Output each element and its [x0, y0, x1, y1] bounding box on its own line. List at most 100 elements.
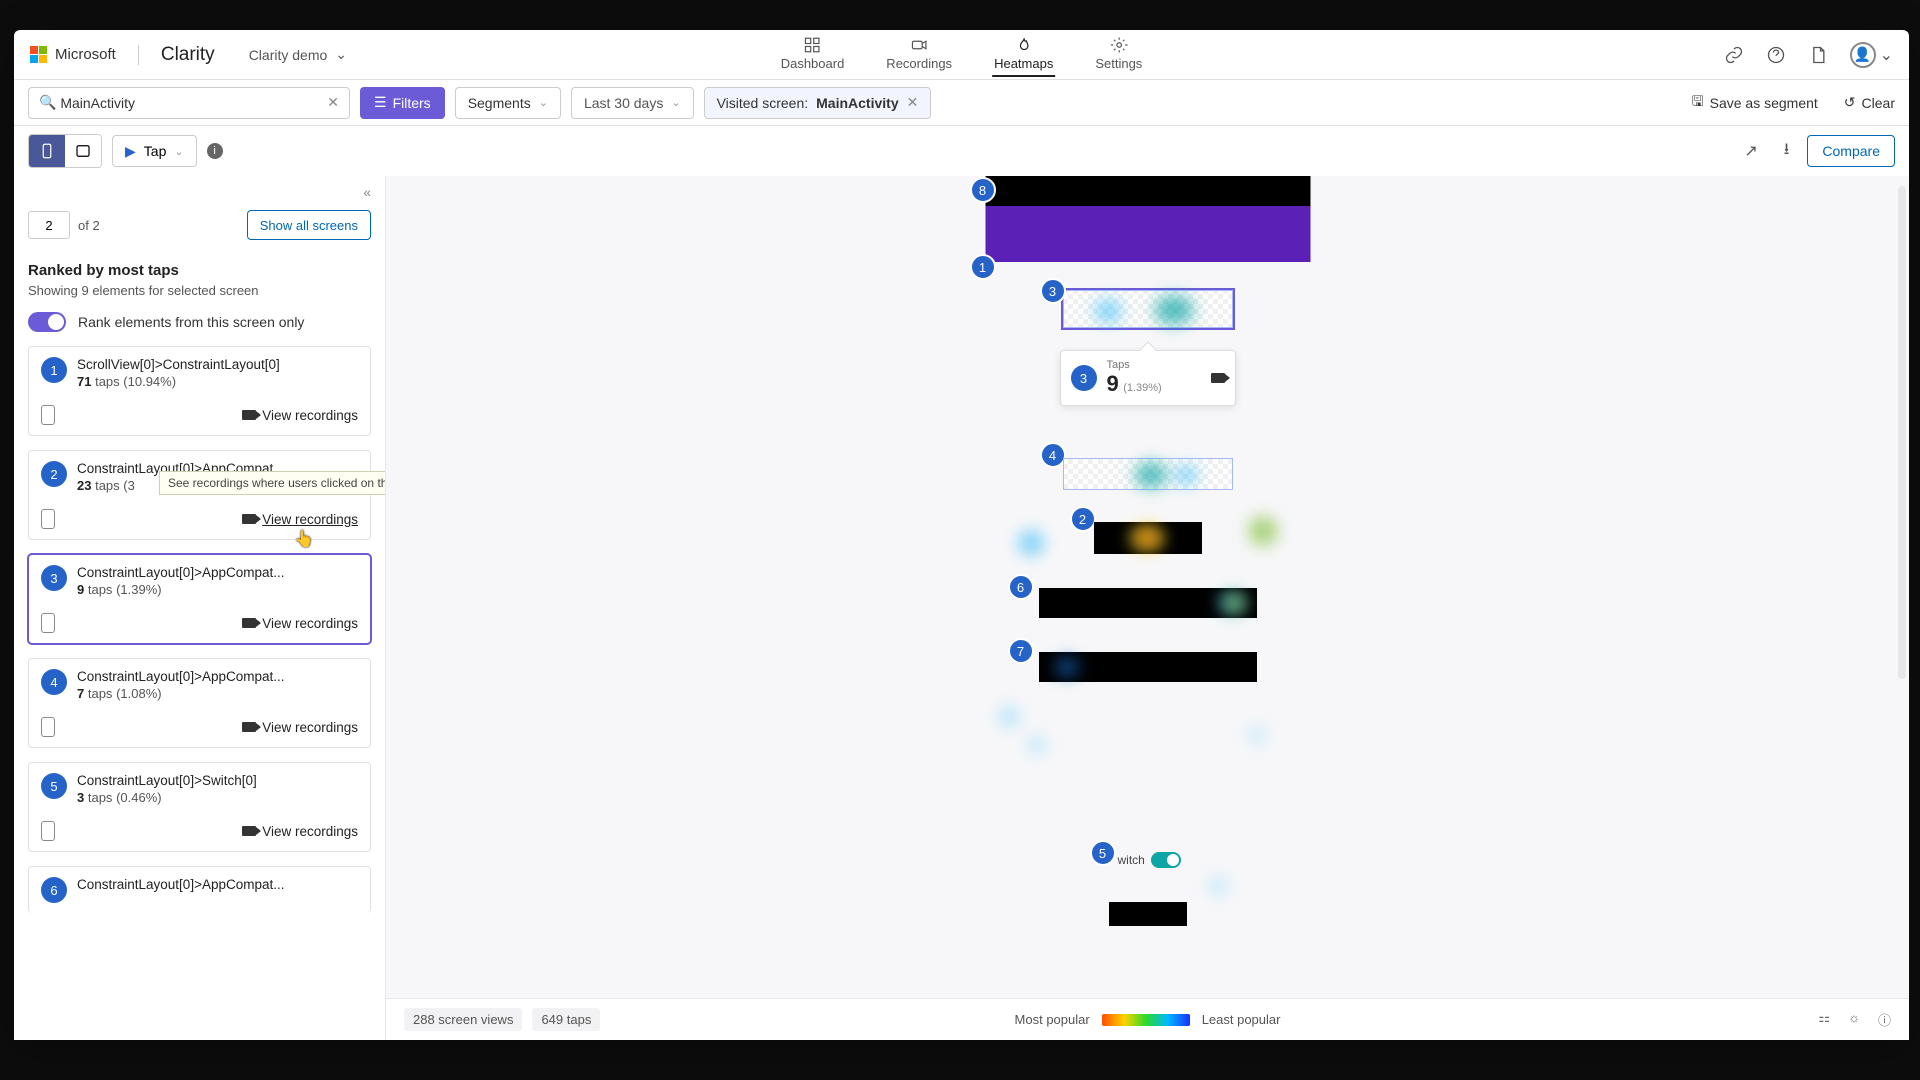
camera-icon[interactable]: [1211, 373, 1225, 383]
rank-card-4[interactable]: 4 ConstraintLayout[0]>AppCompat... 7 tap…: [28, 658, 371, 748]
chevron-down-icon: ⌄: [335, 46, 347, 63]
save-segment-button[interactable]: 🖫 Save as segment: [1692, 91, 1818, 115]
tap-tooltip: 3 Taps 9 (1.39%): [1060, 350, 1236, 406]
hotspot-marker-6[interactable]: 6: [1008, 574, 1034, 600]
chevron-down-icon: ⌄: [671, 96, 680, 109]
document-icon[interactable]: [1808, 45, 1828, 65]
legend-gradient: [1102, 1014, 1190, 1026]
hotspot-marker-2[interactable]: 2: [1070, 506, 1096, 532]
device-icon: [41, 821, 55, 841]
segments-dropdown[interactable]: Segments ⌄: [455, 87, 561, 119]
main-area: « of 2 Show all screens Ranked by most t…: [14, 176, 1909, 1040]
screen-element[interactable]: [1063, 290, 1233, 328]
chevron-down-icon: ⌄: [539, 96, 548, 109]
heat-legend: Most popular Least popular: [1015, 1012, 1281, 1027]
camera-icon: [242, 410, 256, 420]
app-header: Microsoft Clarity Clarity demo ⌄ Dashboa…: [14, 30, 1909, 80]
grid-icon[interactable]: ⚏: [1818, 1010, 1830, 1029]
rank-card-2[interactable]: 2 ConstraintLayout[0]>AppCompat... 23 ta…: [28, 450, 371, 540]
play-icon: ▶: [125, 143, 136, 160]
header-divider: [138, 45, 139, 65]
tablet-toggle[interactable]: [65, 135, 101, 167]
filters-button[interactable]: ☰ Filters: [360, 87, 445, 119]
project-dropdown[interactable]: Clarity demo ⌄: [249, 46, 347, 63]
info-icon[interactable]: ⓘ: [1878, 1010, 1891, 1029]
screen-element[interactable]: [1063, 458, 1233, 490]
user-menu[interactable]: 👤 ⌄: [1850, 42, 1893, 68]
toggle-label: Rank elements from this screen only: [78, 314, 304, 330]
nav-dashboard[interactable]: Dashboard: [779, 32, 847, 77]
hotspot-marker-7[interactable]: 7: [1008, 638, 1034, 664]
view-recordings-link[interactable]: View recordings: [242, 616, 358, 631]
heat-blob: [1248, 726, 1266, 744]
cursor-icon: 👆: [294, 529, 314, 549]
rank-badge: 3: [41, 565, 67, 591]
nav-recordings[interactable]: Recordings: [884, 32, 954, 77]
tablet-icon: [74, 142, 92, 160]
hotspot-marker-3[interactable]: 3: [1040, 278, 1066, 304]
download-icon[interactable]: ⭳: [1784, 138, 1790, 165]
screen-block: [985, 206, 1310, 262]
view-recordings-link[interactable]: View recordings: [242, 512, 358, 527]
project-name: Clarity demo: [249, 47, 328, 63]
compare-button[interactable]: Compare: [1807, 135, 1895, 167]
collapse-sidebar-icon[interactable]: «: [363, 184, 371, 200]
flame-icon: [1015, 36, 1033, 54]
filter-bar: 🔍 MainActivity ✕ ☰ Filters Segments ⌄ La…: [14, 80, 1909, 126]
camera-icon: [242, 514, 256, 524]
view-recordings-link[interactable]: View recordings: [242, 720, 358, 735]
nav-settings[interactable]: Settings: [1093, 32, 1144, 77]
camera-icon: [242, 826, 256, 836]
device-icon: [41, 405, 55, 425]
help-icon[interactable]: [1766, 45, 1786, 65]
screen-block: [1039, 588, 1257, 618]
hotspot-marker-1[interactable]: 1: [970, 254, 996, 280]
rank-card-5[interactable]: 5 ConstraintLayout[0]>Switch[0] 3 taps (…: [28, 762, 371, 852]
heatmap-canvas[interactable]: 8 1 3 3 Taps 9 (1.39%) 4: [386, 176, 1909, 998]
camera-icon: [242, 722, 256, 732]
screen-only-toggle[interactable]: [28, 312, 66, 332]
remove-filter-icon[interactable]: ✕: [907, 94, 919, 111]
screen-block: [1039, 652, 1257, 682]
rank-card-1[interactable]: 1 ScrollView[0]>ConstraintLayout[0] 71 t…: [28, 346, 371, 436]
tooltip: See recordings where users clicked on th…: [159, 471, 386, 495]
card-title: ConstraintLayout[0]>AppCompat...: [77, 565, 285, 580]
mobile-toggle[interactable]: [29, 135, 65, 167]
hotspot-marker-8[interactable]: 8: [970, 177, 996, 203]
link-icon[interactable]: [1724, 45, 1744, 65]
scrollbar[interactable]: [1898, 186, 1906, 679]
screen-block: [1094, 522, 1202, 554]
show-all-screens-button[interactable]: Show all screens: [247, 210, 371, 240]
rank-card-6[interactable]: 6 ConstraintLayout[0]>AppCompat...: [28, 866, 371, 913]
brightness-icon[interactable]: ☼: [1848, 1010, 1860, 1029]
microsoft-label: Microsoft: [55, 46, 116, 63]
clear-button[interactable]: ↺ Clear: [1844, 94, 1895, 111]
nav-heatmaps[interactable]: Heatmaps: [992, 32, 1055, 77]
sidebar: « of 2 Show all screens Ranked by most t…: [14, 176, 386, 1040]
heat-blob: [1208, 876, 1228, 896]
screen-views-stat: 288 screen views: [404, 1008, 522, 1031]
heat-blob: [1248, 516, 1278, 546]
search-icon: 🔍: [39, 94, 56, 111]
device-icon: [41, 717, 55, 737]
info-icon[interactable]: i: [207, 143, 223, 159]
visited-screen-filter[interactable]: Visited screen: MainActivity ✕: [704, 87, 932, 119]
switch-element[interactable]: witch: [1118, 852, 1181, 868]
device-toggle: [28, 134, 102, 168]
page-input[interactable]: [28, 211, 70, 239]
search-input[interactable]: 🔍 MainActivity ✕: [28, 87, 350, 119]
card-title: ScrollView[0]>ConstraintLayout[0]: [77, 357, 280, 372]
hotspot-marker-5[interactable]: 5: [1090, 840, 1116, 866]
ranking-title: Ranked by most taps: [28, 262, 371, 279]
clear-search-icon[interactable]: ✕: [327, 94, 339, 111]
date-filter[interactable]: Last 30 days ⌄: [571, 87, 694, 119]
popup-label: Taps: [1107, 359, 1162, 371]
heatmap-toolbar: ▶ Tap ⌄ i ↗ ⭳ Compare: [14, 126, 1909, 176]
top-nav: Dashboard Recordings Heatmaps Settings: [779, 32, 1145, 77]
rank-card-3[interactable]: 3 ConstraintLayout[0]>AppCompat... 9 tap…: [28, 554, 371, 644]
view-recordings-link[interactable]: View recordings: [242, 824, 358, 839]
share-icon[interactable]: ↗: [1744, 141, 1757, 161]
tap-mode-dropdown[interactable]: ▶ Tap ⌄: [112, 135, 197, 167]
view-recordings-link[interactable]: View recordings: [242, 408, 358, 423]
undo-icon: ↺: [1844, 94, 1856, 111]
